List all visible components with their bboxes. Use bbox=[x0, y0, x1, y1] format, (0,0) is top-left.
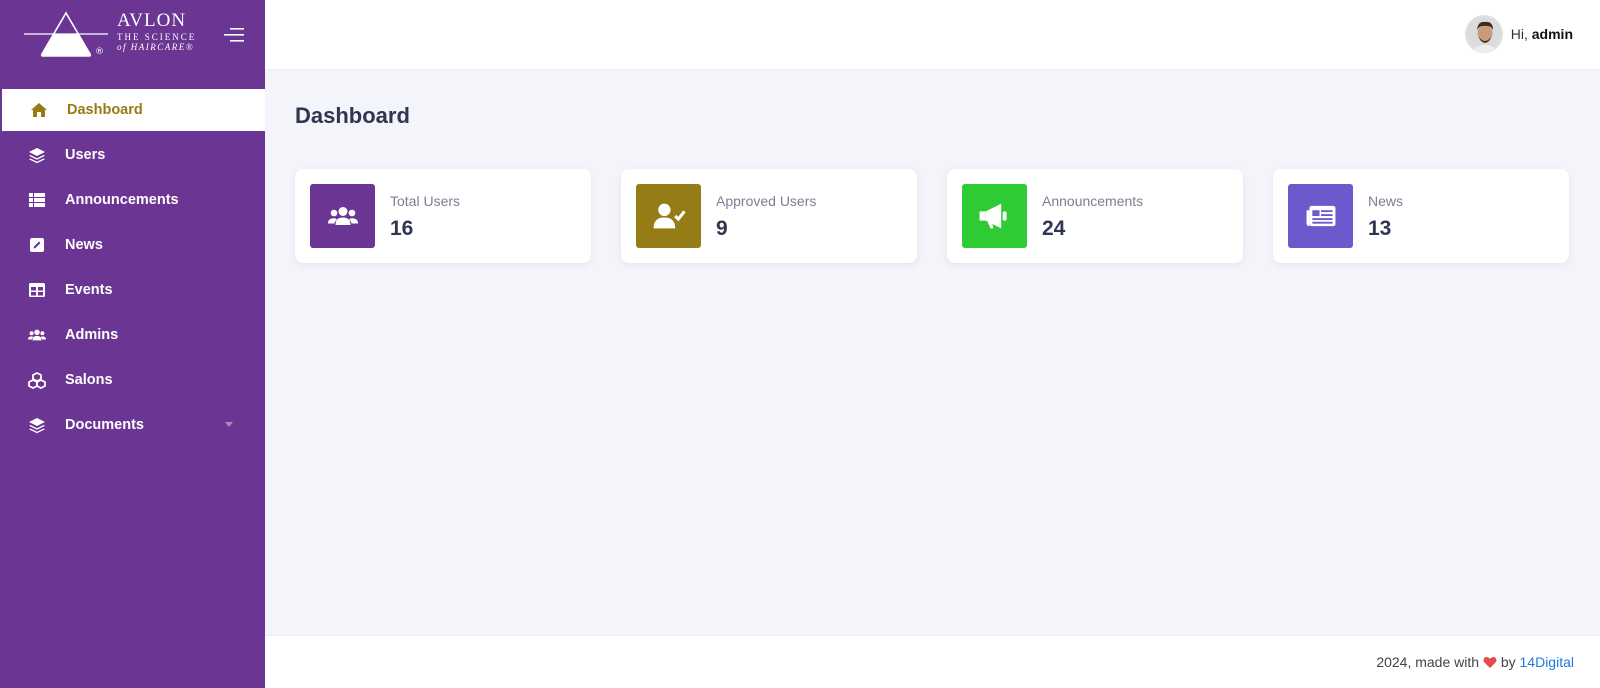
stat-card-approved-users[interactable]: Approved Users 9 bbox=[621, 169, 917, 263]
sidebar-item-label: Announcements bbox=[65, 192, 179, 208]
sidebar-item-announcements[interactable]: Announcements bbox=[0, 179, 265, 221]
users-icon bbox=[28, 326, 46, 344]
stat-card-news[interactable]: News 13 bbox=[1273, 169, 1569, 263]
menu-toggle-icon[interactable] bbox=[224, 27, 246, 43]
sidebar-item-label: Users bbox=[65, 147, 106, 163]
brand-text: AVLON THE SCIENCE of HAIRCARE® bbox=[117, 10, 196, 52]
sidebar-item-label: News bbox=[65, 237, 103, 253]
stat-label: News bbox=[1368, 193, 1404, 209]
brand-tagline: THE SCIENCE bbox=[117, 32, 197, 42]
avatar[interactable] bbox=[1464, 15, 1503, 53]
sidebar-item-events[interactable]: Events bbox=[0, 269, 265, 311]
stat-label: Total Users bbox=[390, 193, 461, 209]
top-header: Hi, admin bbox=[265, 0, 1600, 70]
heart-icon bbox=[1483, 656, 1497, 672]
stat-value: 24 bbox=[1042, 217, 1066, 240]
users-icon bbox=[310, 184, 375, 248]
megaphone-icon bbox=[962, 184, 1027, 248]
stat-card-total-users[interactable]: Total Users 16 bbox=[295, 169, 591, 263]
edit-icon bbox=[28, 236, 46, 254]
svg-text:®: ® bbox=[95, 47, 104, 57]
layers-icon bbox=[28, 416, 46, 434]
layers-icon bbox=[28, 146, 46, 164]
sidebar-item-admins[interactable]: Admins bbox=[0, 314, 265, 356]
sidebar-nav: Dashboard Users Announcements News Event… bbox=[0, 89, 265, 449]
logo-triangle-icon: ® bbox=[24, 11, 108, 57]
user-menu[interactable]: Hi, admin bbox=[1464, 15, 1573, 53]
page-title: Dashboard bbox=[295, 103, 410, 128]
stat-label: Approved Users bbox=[716, 193, 817, 209]
footer-credit: 2024, made with by 14Digital bbox=[1376, 654, 1574, 672]
stat-card-announcements[interactable]: Announcements 24 bbox=[947, 169, 1243, 263]
sidebar-item-news[interactable]: News bbox=[0, 224, 265, 266]
stat-value: 9 bbox=[716, 217, 728, 240]
stat-value: 16 bbox=[390, 217, 414, 240]
sidebar-item-label: Events bbox=[65, 282, 113, 298]
sidebar-item-label: Admins bbox=[65, 327, 119, 343]
brand-name: AVLON bbox=[117, 10, 187, 31]
calendar-table-icon bbox=[28, 281, 46, 299]
greeting-text: Hi, admin bbox=[1510, 26, 1573, 42]
footer-link-14digital[interactable]: 14Digital bbox=[1520, 654, 1574, 670]
username: admin bbox=[1531, 26, 1573, 42]
chevron-down-icon[interactable] bbox=[225, 422, 233, 427]
sidebar-item-label: Dashboard bbox=[67, 102, 143, 118]
stat-value: 13 bbox=[1368, 217, 1392, 240]
sidebar-item-dashboard[interactable]: Dashboard bbox=[0, 89, 265, 131]
sidebar-item-label: Documents bbox=[65, 417, 144, 433]
stats-cards: Total Users 16 Approved Users 9 Announce… bbox=[295, 169, 1569, 263]
sidebar: ® AVLON THE SCIENCE of HAIRCARE® Dashboa… bbox=[0, 0, 265, 688]
sidebar-item-users[interactable]: Users bbox=[0, 134, 265, 176]
brand-tagline-2: of HAIRCARE® bbox=[117, 42, 195, 52]
sidebar-item-documents[interactable]: Documents bbox=[0, 404, 265, 446]
cubes-icon bbox=[28, 371, 46, 389]
brand-logo[interactable]: ® AVLON THE SCIENCE of HAIRCARE® bbox=[24, 10, 204, 62]
newspaper-icon bbox=[1288, 184, 1353, 248]
table-icon bbox=[28, 191, 46, 209]
sidebar-item-salons[interactable]: Salons bbox=[0, 359, 265, 401]
home-icon bbox=[30, 101, 48, 119]
user-check-icon bbox=[636, 184, 701, 248]
stat-label: Announcements bbox=[1042, 193, 1144, 209]
sidebar-item-label: Salons bbox=[65, 372, 113, 388]
page-footer: 2024, made with by 14Digital bbox=[265, 635, 1600, 688]
